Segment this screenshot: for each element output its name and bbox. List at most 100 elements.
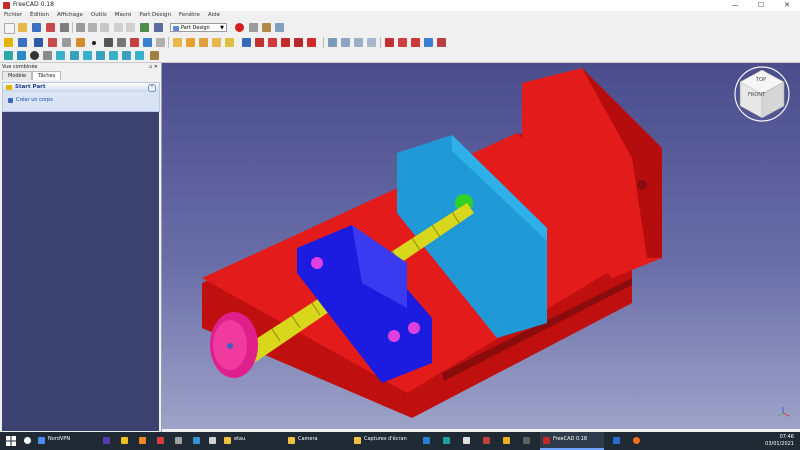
linear-pattern-icon[interactable] [341, 38, 350, 47]
reorient-sketch-icon[interactable] [76, 38, 85, 47]
menu-macro[interactable]: Macro [111, 11, 136, 20]
execute-macro-icon[interactable] [275, 23, 284, 32]
top-view-icon[interactable] [83, 51, 92, 60]
subtractive-pipe-icon[interactable] [294, 38, 303, 47]
plane-icon[interactable] [117, 38, 126, 47]
pocket-icon[interactable] [242, 38, 251, 47]
3d-viewport[interactable]: FRONT TOP [162, 63, 800, 430]
menu-affichage[interactable]: Affichage [53, 11, 87, 20]
menu-fichier[interactable]: Fichier [0, 11, 26, 20]
right-view-icon[interactable] [96, 51, 105, 60]
cut-icon[interactable] [76, 23, 85, 32]
tab-taches[interactable]: Tâches [32, 71, 62, 80]
taskbar-pinned-12[interactable] [500, 432, 514, 450]
draw-style-icon[interactable] [30, 51, 39, 60]
isometric-view-icon[interactable] [56, 51, 65, 60]
clone-icon[interactable] [156, 38, 165, 47]
search-taskbar-icon[interactable] [22, 432, 34, 450]
taskbar-pinned-11[interactable] [480, 432, 494, 450]
navigation-cube[interactable]: FRONT TOP [734, 66, 790, 122]
new-sketch-icon[interactable] [34, 38, 43, 47]
save-as-icon[interactable] [46, 23, 55, 32]
undo-icon[interactable] [114, 23, 123, 32]
fillet-icon[interactable] [385, 38, 394, 47]
bottom-view-icon[interactable] [122, 51, 131, 60]
paste-icon[interactable] [100, 23, 109, 32]
taskbar-pinned-7[interactable] [206, 432, 220, 450]
subtractive-primitive-icon[interactable] [307, 38, 316, 47]
validate-sketch-icon[interactable] [48, 38, 57, 47]
rear-view-icon[interactable] [109, 51, 118, 60]
draft-icon[interactable] [411, 38, 420, 47]
maximize-button[interactable]: ☐ [748, 0, 774, 11]
pad-icon[interactable] [173, 38, 182, 47]
menu-aide[interactable]: Aide [204, 11, 224, 20]
taskbar-pinned-4[interactable] [154, 432, 168, 450]
fit-all-icon[interactable] [4, 51, 13, 60]
chamfer-icon[interactable] [398, 38, 407, 47]
taskbar-pinned-1[interactable] [100, 432, 114, 450]
save-icon[interactable] [32, 23, 41, 32]
macro-editor-icon[interactable] [262, 23, 271, 32]
lcs-icon[interactable] [130, 38, 139, 47]
taskbar-pinned-15[interactable] [630, 432, 644, 450]
taskbar-app-nordvpn[interactable]: NordVPN [36, 432, 96, 450]
boolean-icon[interactable] [437, 38, 446, 47]
taskbar-app-etau[interactable]: etau [222, 432, 282, 450]
pipe-icon[interactable] [212, 38, 221, 47]
create-body-icon[interactable] [4, 38, 13, 47]
menu-outils[interactable]: Outils [87, 11, 111, 20]
record-macro-icon[interactable] [235, 23, 244, 32]
hole-icon[interactable] [255, 38, 264, 47]
mirrored-icon[interactable] [328, 38, 337, 47]
workbench-dropdown[interactable]: Part Design ▼ [170, 23, 227, 32]
taskbar-pinned-14[interactable] [610, 432, 624, 450]
taskbar-pinned-2[interactable] [118, 432, 132, 450]
taskbar-pinned-3[interactable] [136, 432, 150, 450]
create-body-link[interactable]: Créer un corps [3, 95, 159, 105]
open-folder-icon[interactable] [18, 23, 27, 32]
system-tray[interactable]: 07:46 03/01/2021 [765, 434, 794, 448]
whats-this-icon[interactable] [154, 23, 163, 32]
fit-selection-icon[interactable] [17, 51, 26, 60]
dock-controls-icon[interactable]: ▫ ✕ [149, 63, 158, 71]
multitransform-icon[interactable] [367, 38, 376, 47]
groove-icon[interactable] [268, 38, 277, 47]
minimize-button[interactable]: — [722, 0, 748, 11]
redo-icon[interactable] [126, 23, 135, 32]
front-view-icon[interactable] [70, 51, 79, 60]
taskbar-pinned-5[interactable] [172, 432, 186, 450]
taskbar-pinned-10[interactable] [460, 432, 474, 450]
refresh-icon[interactable] [140, 23, 149, 32]
additive-primitive-icon[interactable] [225, 38, 234, 47]
loft-icon[interactable] [199, 38, 208, 47]
create-part-icon[interactable] [18, 38, 27, 47]
taskbar-pinned-9[interactable] [440, 432, 454, 450]
start-button[interactable] [4, 432, 18, 450]
stop-macro-icon[interactable] [249, 23, 258, 32]
collapse-icon[interactable]: ⌃ [148, 84, 156, 92]
map-sketch-icon[interactable] [62, 38, 71, 47]
copy-icon[interactable] [88, 23, 97, 32]
left-view-icon[interactable] [135, 51, 144, 60]
taskbar-app-freecad[interactable]: FreeCAD 0.18 [540, 432, 604, 450]
subtractive-loft-icon[interactable] [281, 38, 290, 47]
menu-part-design[interactable]: Part Design [135, 11, 175, 20]
taskbar-app-camera[interactable]: Camera [286, 432, 348, 450]
thickness-icon[interactable] [424, 38, 433, 47]
point-icon[interactable] [92, 41, 96, 45]
taskbar-pinned-13[interactable] [520, 432, 534, 450]
stereo-icon[interactable] [43, 51, 52, 60]
taskbar-pinned-8[interactable] [420, 432, 434, 450]
measure-distance-icon[interactable] [150, 51, 159, 60]
tab-modele[interactable]: Modèle [2, 71, 33, 80]
polar-pattern-icon[interactable] [354, 38, 363, 47]
taskbar-pinned-6[interactable] [190, 432, 204, 450]
new-document-icon[interactable] [4, 23, 15, 34]
taskbar-app-captures[interactable]: Captures d'écran [352, 432, 416, 450]
revolution-icon[interactable] [186, 38, 195, 47]
menu-fenetre[interactable]: Fenêtre [175, 11, 204, 20]
menu-edition[interactable]: Édition [26, 11, 53, 20]
shape-binder-icon[interactable] [143, 38, 152, 47]
close-button[interactable]: ✕ [774, 0, 800, 11]
